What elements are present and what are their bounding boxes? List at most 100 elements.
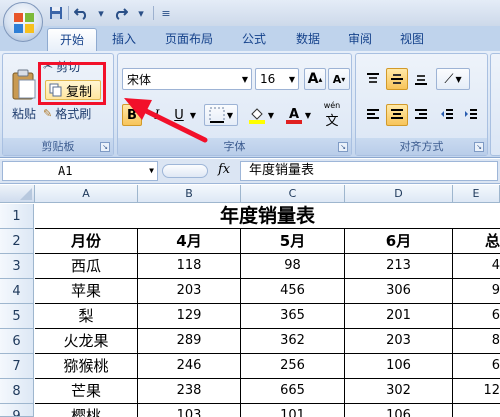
align-left-button[interactable] — [362, 104, 384, 126]
orientation-button[interactable]: ⟋ ▼ — [436, 68, 470, 90]
tab-view[interactable]: 视图 — [392, 28, 432, 51]
border-button[interactable]: ▼ — [204, 104, 238, 126]
tab-insert[interactable]: 插入 — [104, 28, 144, 51]
data-cell[interactable]: 梨 — [35, 304, 138, 329]
data-cell[interactable]: 西瓜 — [35, 254, 138, 279]
column-header-e[interactable]: E — [453, 185, 500, 203]
sheet-title-cell[interactable]: 年度销量表 — [35, 204, 500, 229]
data-cell[interactable]: 306 — [345, 279, 453, 304]
header-cell-jun[interactable]: 6月 — [345, 229, 453, 254]
row-header[interactable]: 9 — [0, 404, 34, 417]
data-cell[interactable]: 106 — [345, 404, 453, 417]
font-color-button[interactable]: A ▼ — [282, 104, 314, 126]
tab-data[interactable]: 数据 — [288, 28, 328, 51]
paste-button[interactable]: 粘贴 — [9, 60, 39, 130]
data-cell[interactable]: 8 — [453, 329, 500, 354]
tab-home[interactable]: 开始 — [47, 28, 97, 51]
row-header[interactable]: 8 — [0, 379, 34, 404]
align-bottom-button[interactable] — [410, 68, 432, 90]
column-header-b[interactable]: B — [138, 185, 241, 203]
data-cell[interactable]: 365 — [241, 304, 345, 329]
align-center-button[interactable] — [386, 104, 408, 126]
align-top-button[interactable] — [362, 68, 384, 90]
data-cell[interactable]: 289 — [138, 329, 241, 354]
data-cell[interactable]: 256 — [241, 354, 345, 379]
header-cell-total[interactable]: 总 — [453, 229, 500, 254]
font-launcher-icon[interactable]: ↘ — [338, 142, 348, 152]
data-cell[interactable]: 362 — [241, 329, 345, 354]
underline-button[interactable]: U — [170, 104, 188, 126]
tab-review[interactable]: 审阅 — [340, 28, 380, 51]
data-cell[interactable]: 302 — [345, 379, 453, 404]
data-cell[interactable]: 103 — [138, 404, 241, 417]
row-header[interactable]: 1 — [0, 204, 34, 229]
row-header[interactable]: 3 — [0, 254, 34, 279]
data-cell[interactable]: 665 — [241, 379, 345, 404]
data-cell[interactable]: 203 — [345, 329, 453, 354]
row-header[interactable]: 7 — [0, 354, 34, 379]
data-cell[interactable]: 火龙果 — [35, 329, 138, 354]
row-header[interactable]: 5 — [0, 304, 34, 329]
tab-formulas[interactable]: 公式 — [234, 28, 274, 51]
column-header-a[interactable]: A — [35, 185, 138, 203]
data-cell[interactable]: 201 — [345, 304, 453, 329]
customize-qat-icon[interactable]: ≡ — [158, 5, 174, 21]
save-icon[interactable] — [48, 5, 64, 21]
grow-font-button[interactable]: A ▴ — [304, 68, 326, 90]
chevron-down-icon[interactable]: ▾ — [93, 5, 109, 21]
data-cell[interactable]: 苹果 — [35, 279, 138, 304]
italic-button[interactable]: I — [148, 104, 166, 126]
clipboard-launcher-icon[interactable]: ↘ — [100, 142, 110, 152]
header-cell-may[interactable]: 5月 — [241, 229, 345, 254]
data-cell[interactable]: 213 — [345, 254, 453, 279]
align-middle-button[interactable] — [386, 68, 408, 90]
name-box[interactable]: A1 ▼ — [2, 161, 158, 181]
column-header-c[interactable]: C — [241, 185, 345, 203]
data-cell[interactable]: 98 — [241, 254, 345, 279]
data-cell[interactable]: 9 — [453, 279, 500, 304]
redo-icon[interactable] — [113, 5, 129, 21]
data-cell[interactable]: 猕猴桃 — [35, 354, 138, 379]
data-cell[interactable]: 246 — [138, 354, 241, 379]
data-cell[interactable]: 456 — [241, 279, 345, 304]
increase-indent-button[interactable] — [460, 104, 482, 126]
data-cell[interactable]: 118 — [138, 254, 241, 279]
office-button[interactable] — [3, 2, 43, 42]
chevron-down-icon[interactable]: ▾ — [133, 5, 149, 21]
data-cell[interactable]: 6 — [453, 354, 500, 379]
font-size-select[interactable]: 16 ▼ — [255, 68, 299, 90]
undo-icon[interactable] — [73, 5, 89, 21]
data-cell[interactable]: 12 — [453, 379, 500, 404]
fill-color-button[interactable]: ▼ — [244, 104, 278, 126]
data-cell[interactable]: 4 — [453, 254, 500, 279]
column-header-d[interactable]: D — [345, 185, 453, 203]
row-header[interactable]: 2 — [0, 229, 34, 254]
data-cell[interactable]: 203 — [138, 279, 241, 304]
shrink-font-button[interactable]: A ▾ — [328, 68, 350, 90]
data-cell[interactable] — [453, 404, 500, 417]
font-name-select[interactable]: 宋体 ▼ — [122, 68, 252, 90]
tab-page-layout[interactable]: 页面布局 — [158, 28, 220, 51]
data-cell[interactable]: 106 — [345, 354, 453, 379]
data-cell[interactable]: 129 — [138, 304, 241, 329]
formula-slider-handle[interactable] — [162, 164, 208, 178]
data-cell[interactable]: 樱桃 — [35, 404, 138, 417]
header-cell-month[interactable]: 月份 — [35, 229, 138, 254]
insert-function-button[interactable]: fx — [218, 162, 230, 177]
header-cell-apr[interactable]: 4月 — [138, 229, 241, 254]
bold-button[interactable]: B — [122, 104, 142, 126]
data-cell[interactable]: 6 — [453, 304, 500, 329]
phonetic-button[interactable]: wén 文 — [316, 100, 348, 130]
data-cell[interactable]: 101 — [241, 404, 345, 417]
row-header[interactable]: 6 — [0, 329, 34, 354]
data-cell[interactable]: 芒果 — [35, 379, 138, 404]
select-all-corner[interactable] — [0, 185, 35, 203]
data-cell[interactable]: 238 — [138, 379, 241, 404]
format-painter-button[interactable]: ✎ 格式刷 — [43, 104, 111, 122]
row-header[interactable]: 4 — [0, 279, 34, 304]
alignment-launcher-icon[interactable]: ↘ — [474, 142, 484, 152]
formula-input[interactable]: 年度销量表 — [240, 161, 498, 181]
align-right-button[interactable] — [410, 104, 432, 126]
chevron-down-icon[interactable]: ▼ — [188, 104, 198, 126]
decrease-indent-button[interactable] — [436, 104, 458, 126]
